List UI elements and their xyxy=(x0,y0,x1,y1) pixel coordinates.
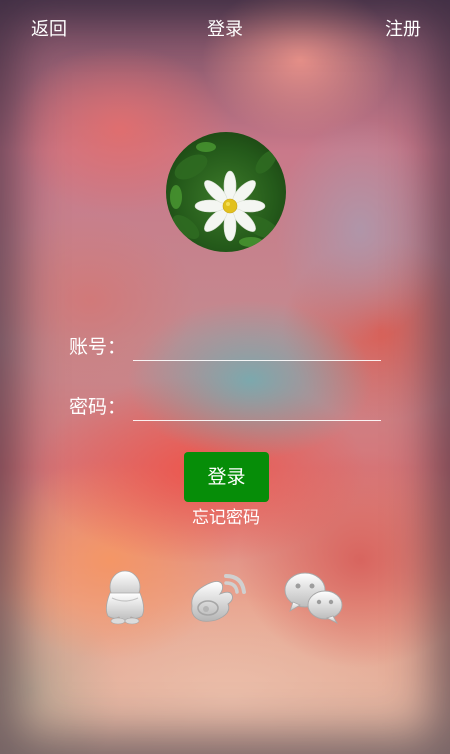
qq-login-button[interactable] xyxy=(92,568,158,626)
login-button[interactable]: 登录 xyxy=(184,452,269,502)
register-button[interactable]: 注册 xyxy=(385,18,421,42)
password-input[interactable] xyxy=(133,394,381,421)
weibo-login-button[interactable] xyxy=(184,568,250,626)
account-input[interactable] xyxy=(133,334,381,361)
daisy-flower-photo xyxy=(170,142,280,247)
qq-penguin-icon xyxy=(106,570,144,625)
back-button[interactable]: 返回 xyxy=(31,18,67,42)
account-row: 账号： xyxy=(69,334,389,364)
wechat-login-button[interactable] xyxy=(281,568,347,626)
account-label: 账号： xyxy=(69,336,127,358)
login-screen: 登录 返回 注册 账号： 密码： 登录 忘记密码 xyxy=(0,0,450,754)
top-bar: 登录 返回 注册 xyxy=(0,0,450,60)
password-label: 密码： xyxy=(69,396,127,418)
wechat-icon xyxy=(284,572,343,624)
avatar[interactable] xyxy=(166,132,286,252)
password-row: 密码： xyxy=(69,394,389,424)
page-title: 登录 xyxy=(207,19,243,40)
forgot-password-link[interactable]: 忘记密码 xyxy=(0,506,450,530)
weibo-icon xyxy=(191,574,246,622)
